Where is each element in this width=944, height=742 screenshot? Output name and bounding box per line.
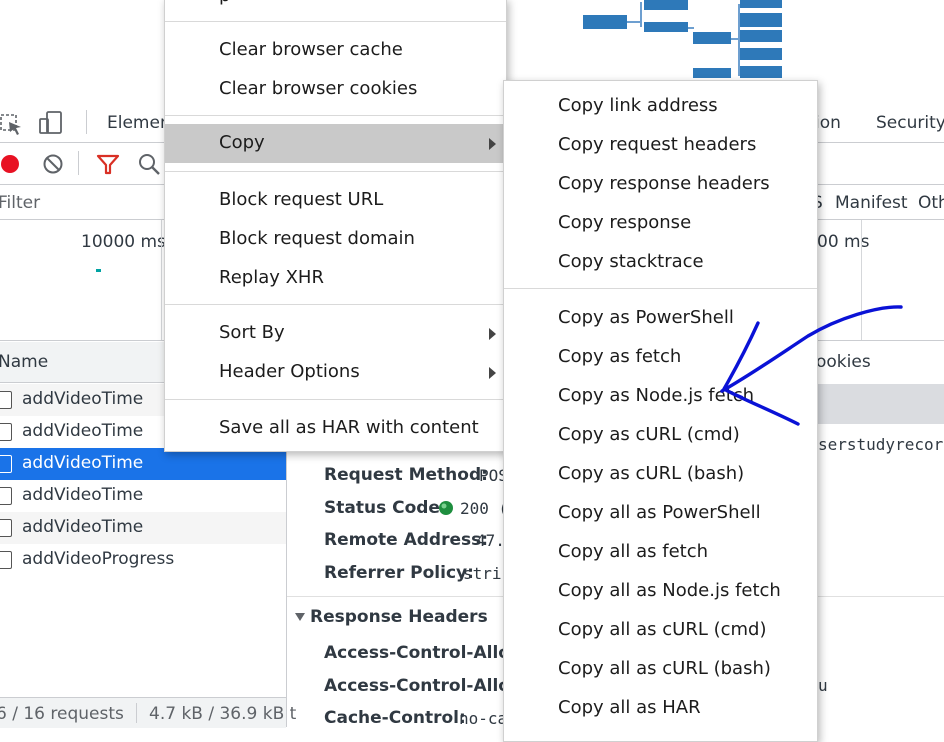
timeline-divider <box>161 220 162 340</box>
menu-item-copy-all-as-curl-cmd[interactable]: Copy all as cURL (cmd) <box>504 611 817 650</box>
transfer-size: 4.7 kB / 36.9 kB t <box>149 704 297 724</box>
remote-address-label: Remote Address: <box>324 530 489 550</box>
status-dot-icon <box>439 501 453 515</box>
request-row[interactable]: addVideoProgress <box>0 544 286 576</box>
menu-item-header-options[interactable]: Header Options <box>165 353 506 392</box>
menu-item-copy-as-curl-cmd[interactable]: Copy as cURL (cmd) <box>504 416 817 455</box>
clear-icon[interactable] <box>42 153 64 175</box>
menu-separator <box>165 21 506 22</box>
menu-separator <box>165 304 506 305</box>
request-row-selected[interactable]: addVideoTime <box>0 448 286 480</box>
referrer-policy-label: Referrer Policy: <box>324 563 474 583</box>
menu-item-copy-as-nodejs-fetch[interactable]: Copy as Node.js fetch <box>504 377 817 416</box>
request-row[interactable]: addVideoTime <box>0 512 286 544</box>
menu-item-copy-all-as-fetch[interactable]: Copy all as fetch <box>504 533 817 572</box>
row-checkbox[interactable] <box>0 423 12 441</box>
request-name: addVideoTime <box>22 389 144 409</box>
row-checkbox[interactable] <box>0 487 12 505</box>
menu-item-copy-stacktrace[interactable]: Copy stacktrace <box>504 243 817 282</box>
menu-item-copy-as-fetch[interactable]: Copy as fetch <box>504 338 817 377</box>
menu-item-copy-response-headers[interactable]: Copy response headers <box>504 165 817 204</box>
timeline-label: 10000 ms <box>81 232 166 252</box>
request-url-fragment: serstudyrecor <box>818 435 944 454</box>
menu-item-copy-link-address[interactable]: Copy link address <box>504 87 817 126</box>
remote-address-value: 47. <box>476 531 505 550</box>
row-checkbox[interactable] <box>0 551 12 569</box>
menu-item-block-url[interactable]: Block request URL <box>165 181 506 220</box>
request-name: addVideoTime <box>22 421 144 441</box>
request-row[interactable]: addVideoTime <box>0 480 286 512</box>
row-checkbox[interactable] <box>0 455 12 473</box>
filter-icon[interactable] <box>96 153 120 175</box>
menu-item-copy[interactable]: Copy <box>165 124 506 163</box>
response-header-name: Access-Control-Allow <box>324 676 526 696</box>
menu-item-copy-response[interactable]: Copy response <box>504 204 817 243</box>
collapse-triangle-icon[interactable] <box>294 611 306 623</box>
toolbar-divider <box>86 110 87 134</box>
row-checkbox[interactable] <box>0 519 12 537</box>
menu-item-copy-request-headers[interactable]: Copy request headers <box>504 126 817 165</box>
menu-item-clear-cache[interactable]: Clear browser cache <box>165 31 506 70</box>
type-filter-manifest[interactable]: Manifest <box>835 193 908 213</box>
menu-separator <box>504 288 817 289</box>
tab-elements[interactable]: Elemen <box>107 113 171 133</box>
menu-item-copy-all-as-nodejs-fetch[interactable]: Copy all as Node.js fetch <box>504 572 817 611</box>
submenu-arrow-icon <box>489 138 496 150</box>
response-header-name: Cache-Control: <box>324 708 466 728</box>
search-icon[interactable] <box>137 152 161 176</box>
menu-item-clear-cookies[interactable]: Clear browser cookies <box>165 70 506 109</box>
menu-item-partial[interactable]: p <box>165 0 506 16</box>
type-filter-other[interactable]: Oth <box>918 193 944 213</box>
menu-separator <box>165 171 506 172</box>
detail-tab-row-highlight <box>818 384 944 424</box>
response-header-name: Access-Control-Allow <box>324 643 526 663</box>
menu-item-sort-by[interactable]: Sort By <box>165 314 506 353</box>
request-count: 6 / 16 requests <box>0 704 124 724</box>
response-headers-title[interactable]: Response Headers <box>310 607 488 627</box>
menu-item-copy-all-as-har[interactable]: Copy all as HAR <box>504 689 817 728</box>
column-header-label: Name <box>0 352 49 372</box>
menu-item-copy-as-powershell[interactable]: Copy as PowerShell <box>504 299 817 338</box>
response-header-value: no-ca <box>459 709 508 728</box>
timeline-divider <box>861 220 862 340</box>
menu-item-block-domain[interactable]: Block request domain <box>165 220 506 259</box>
referrer-policy-value: stri <box>463 564 502 583</box>
timeline-bar <box>96 269 101 272</box>
status-code-label: Status Code: <box>324 498 447 518</box>
context-menu: p Clear browser cache Clear browser cook… <box>164 0 507 452</box>
tab-security[interactable]: Security <box>876 113 944 133</box>
status-code-value: 200 ( <box>460 499 509 518</box>
menu-item-save-har[interactable]: Save all as HAR with content <box>165 409 506 448</box>
filter-input[interactable]: Filter <box>0 193 40 213</box>
row-checkbox[interactable] <box>0 391 12 409</box>
submenu-arrow-icon <box>489 367 496 379</box>
menu-item-copy-all-as-curl-bash[interactable]: Copy all as cURL (bash) <box>504 650 817 689</box>
tab-cookies[interactable]: ookies <box>816 352 871 372</box>
network-status-bar: 6 / 16 requests 4.7 kB / 36.9 kB t <box>0 697 296 728</box>
request-name: addVideoTime <box>22 453 144 473</box>
request-name: addVideoTime <box>22 517 144 537</box>
request-method-label: Request Method: <box>324 465 488 485</box>
status-divider <box>136 703 137 723</box>
record-icon[interactable] <box>0 153 22 175</box>
device-toggle-icon[interactable] <box>38 110 64 136</box>
submenu-arrow-icon <box>489 328 496 340</box>
tab-application[interactable]: ion <box>815 113 841 133</box>
response-header-value: u <box>818 676 828 695</box>
menu-item-copy-as-curl-bash[interactable]: Copy as cURL (bash) <box>504 455 817 494</box>
copy-submenu: Copy link address Copy request headers C… <box>503 80 818 742</box>
inspect-icon[interactable] <box>0 112 24 136</box>
menu-separator <box>165 115 506 116</box>
request-name: addVideoTime <box>22 485 144 505</box>
request-name: addVideoProgress <box>22 549 175 569</box>
menu-item-copy-all-as-powershell[interactable]: Copy all as PowerShell <box>504 494 817 533</box>
menu-item-replay-xhr[interactable]: Replay XHR <box>165 259 506 298</box>
menu-separator <box>165 399 506 400</box>
toolbar-divider <box>78 151 79 175</box>
